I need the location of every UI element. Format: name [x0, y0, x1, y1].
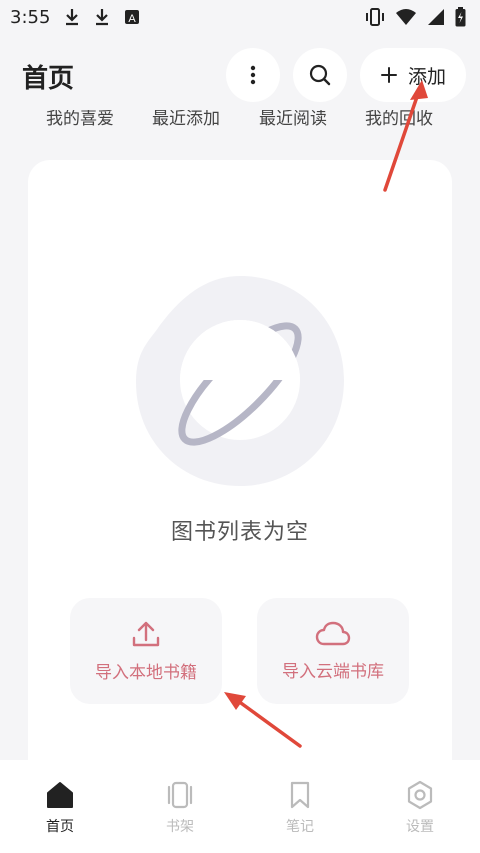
signal-icon [428, 9, 444, 25]
nav-item-settings[interactable]: 设置 [360, 780, 480, 836]
tab-favorites[interactable]: 我的喜爱 [46, 110, 114, 129]
import-local-button[interactable]: 导入本地书籍 [70, 598, 222, 704]
tab-recycle[interactable]: 我的回收 [365, 110, 433, 129]
home-icon [47, 782, 73, 808]
bookmark-icon [290, 781, 310, 809]
add-button-label: 添加 [408, 65, 447, 88]
add-button[interactable]: 添加 [360, 48, 466, 102]
import-cloud-button[interactable]: 导入云端书库 [257, 598, 409, 704]
import-local-label: 导入本地书籍 [95, 662, 197, 683]
nav-item-bookshelf[interactable]: 书架 [120, 780, 240, 836]
tab-recently-read[interactable]: 最近阅读 [259, 110, 327, 129]
nav-item-notes[interactable]: 笔记 [240, 780, 360, 836]
more-vertical-icon [250, 65, 256, 85]
status-bar: 3:55 A [0, 0, 480, 34]
tab-recently-added[interactable]: 最近添加 [152, 110, 220, 129]
status-time: 3:55 [10, 6, 51, 28]
header: 首页 添加 [0, 44, 480, 106]
vibrate-icon [366, 8, 384, 26]
upload-icon [132, 621, 160, 646]
cloud-icon [315, 621, 351, 645]
bottom-navigation: 首页 书架 笔记 设置 [0, 760, 480, 853]
nav-item-home[interactable]: 首页 [0, 780, 120, 836]
search-button[interactable] [293, 48, 347, 102]
more-button[interactable] [226, 48, 280, 102]
wifi-icon [396, 9, 416, 25]
nav-label-notes: 笔记 [286, 819, 314, 835]
download-icon [96, 9, 109, 26]
empty-message: 图书列表为空 [170, 520, 309, 545]
page-title: 首页 [22, 64, 75, 94]
nav-label-settings: 设置 [406, 819, 434, 835]
download-icon [66, 9, 79, 26]
category-tabs: 我的喜爱 最近添加 最近阅读 我的回收 [0, 110, 480, 130]
planet-illustration [136, 276, 344, 486]
nav-label-home: 首页 [46, 819, 74, 835]
font-app-icon: A [125, 10, 140, 25]
nav-label-bookshelf: 书架 [166, 819, 194, 835]
import-cloud-label: 导入云端书库 [282, 661, 384, 682]
search-icon [309, 64, 331, 86]
svg-text:A: A [129, 13, 137, 25]
settings-icon [407, 780, 433, 810]
plus-icon [381, 67, 397, 83]
battery-icon [455, 7, 466, 27]
bookshelf-icon [167, 781, 193, 809]
